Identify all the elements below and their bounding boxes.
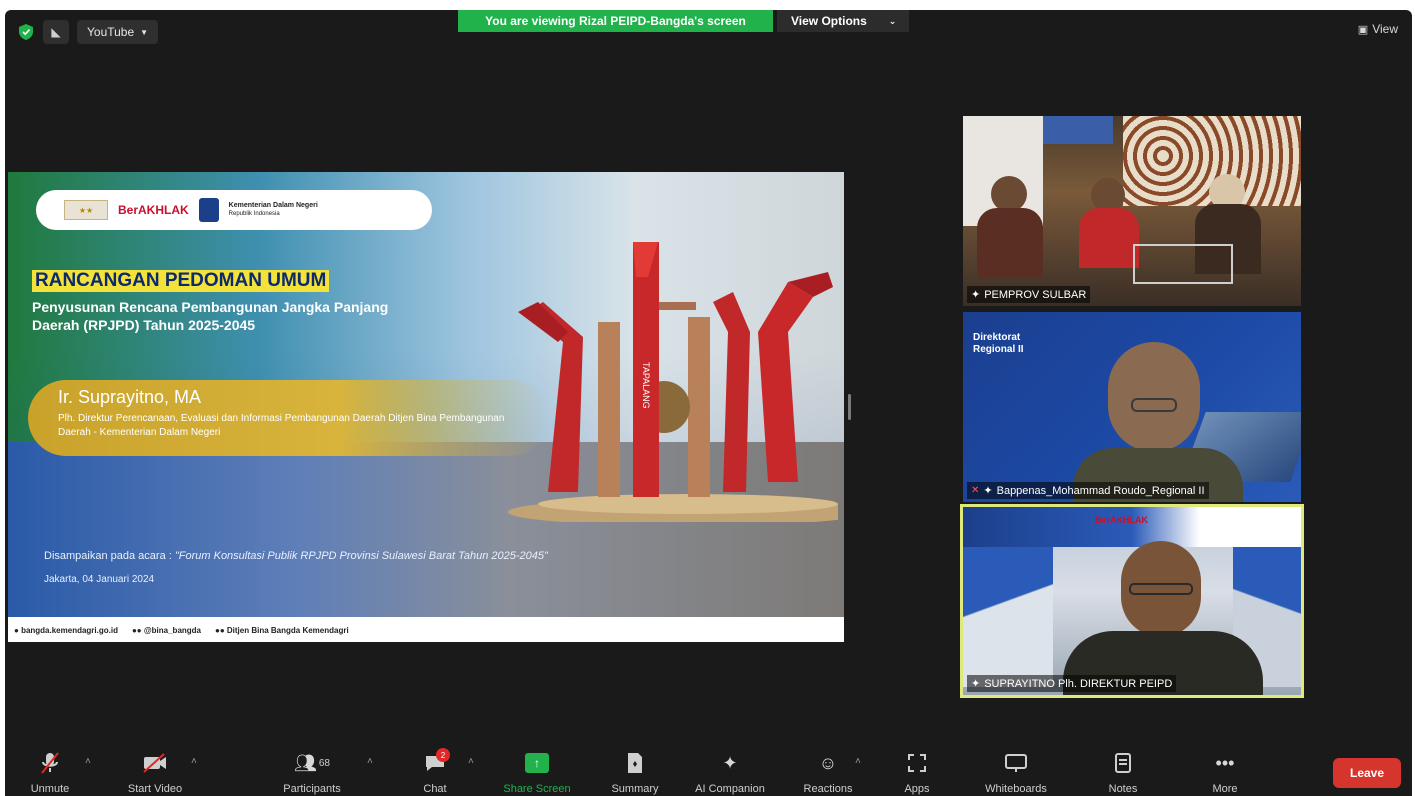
participant-name: Bappenas_Mohammad Roudo_Regional II	[996, 484, 1205, 497]
notes-icon	[1114, 750, 1132, 776]
notes-label: Notes	[1108, 783, 1138, 795]
more-button[interactable]: ••• More	[1180, 750, 1270, 796]
ai-companion-button[interactable]: ✦ AI Companion	[685, 750, 775, 796]
pin-icon: ✦	[983, 485, 993, 497]
viewing-screen-banner: You are viewing Rizal PEIPD-Bangda's scr…	[458, 10, 773, 32]
participants-label: Participants	[283, 783, 341, 795]
participants-caret-icon[interactable]: ˄	[367, 756, 373, 767]
speaker-name: Ir. Suprayitno, MA	[58, 387, 202, 407]
split-resize-handle[interactable]	[848, 394, 851, 420]
youtube-label: YouTube	[87, 25, 135, 39]
background-brand: BerAKHLAK	[1095, 515, 1149, 525]
participant-name-tag: ✦ SUPRAYITNO Plh. DIREKTUR PEIPD	[967, 675, 1177, 692]
video-tile-active-speaker[interactable]: BerAKHLAK ✦ SUPRAYITNO Plh. DIREKTUR PEI…	[960, 504, 1304, 698]
bangga-melayani-logo: ★★	[64, 200, 108, 220]
participant-name-tag: ✕ ✦ Bappenas_Mohammad Roudo_Regional II	[967, 482, 1209, 499]
background-slide-title: Direktorat Regional II	[973, 332, 1024, 355]
tapalang-monument-image: TAPALANG	[508, 242, 838, 522]
event-date: Jakarta, 04 Januari 2024	[44, 574, 155, 585]
shared-screen-slide: TAPALANG ★★ BerAKHLAK Kementerian Dalam …	[8, 172, 844, 642]
footer-channel: ●● Ditjen Bina Bangda Kemendagri	[215, 625, 349, 635]
reactions-caret-icon[interactable]: ˄	[855, 756, 861, 767]
footer-social: ●● @bina_bangda	[131, 625, 201, 635]
logo-pill: ★★ BerAKHLAK Kementerian Dalam Negeri Re…	[36, 190, 432, 230]
security-shield-icon[interactable]	[19, 24, 33, 40]
ministry-sub: Republik Indonesia	[228, 211, 280, 217]
start-video-button[interactable]: Start Video	[110, 750, 200, 795]
summary-icon	[626, 750, 644, 776]
view-layout-button[interactable]: ▣ View	[1358, 22, 1398, 36]
apps-label: Apps	[904, 783, 930, 795]
event-prefix: Disampaikan pada acara :	[44, 550, 175, 562]
camera-off-icon	[142, 750, 168, 776]
chat-caret-icon[interactable]: ˄	[468, 756, 474, 767]
ministry-emblem-icon	[198, 198, 219, 222]
pin-icon: ✦	[971, 289, 981, 301]
live-stream-icon[interactable]: ◣	[43, 20, 69, 44]
slide-background: TAPALANG ★★ BerAKHLAK Kementerian Dalam …	[8, 172, 844, 617]
pin-icon: ✦	[971, 678, 981, 690]
start-video-label: Start Video	[127, 783, 183, 795]
chat-button[interactable]: 2 Chat	[390, 748, 480, 795]
slide-footer: ● bangda.kemendagri.go.id ●● @bina_bangd…	[14, 620, 349, 640]
unmute-label: Unmute	[30, 783, 70, 795]
participant-name: PEMPROV SULBAR	[984, 288, 1087, 301]
monument-label: TAPALANG	[641, 362, 651, 409]
summary-button[interactable]: Summary	[590, 750, 680, 795]
emoji-icon: ☺	[818, 752, 838, 773]
whiteboards-button[interactable]: Whiteboards	[971, 750, 1061, 795]
participants-button[interactable]: 👥︎ 68 Participants	[267, 750, 357, 796]
unmute-button[interactable]: Unmute	[5, 750, 95, 795]
chat-icon: 2	[424, 748, 450, 776]
video-tile-bappenas[interactable]: Direktorat Regional II ✕ ✦ Bappenas_Moha…	[963, 312, 1301, 502]
video-options-caret-icon[interactable]: ˄	[191, 756, 197, 767]
layout-icon: ▣	[1357, 23, 1369, 36]
zoom-meeting-window: ◣ YouTube ▼ You are viewing Rizal PEIPD-…	[5, 10, 1412, 796]
more-dots-icon: •••	[1215, 752, 1235, 773]
berakhlak-logo: BerAKHLAK	[118, 203, 189, 217]
chat-label: Chat	[423, 783, 447, 795]
event-name: "Forum Konsultasi Publik RPJPD Provinsi …	[174, 550, 548, 562]
view-options-button[interactable]: View Options ⌄	[777, 10, 909, 32]
event-line: Disampaikan pada acara : "Forum Konsulta…	[44, 550, 548, 562]
meeting-toolbar: Unmute ˄ Start Video ˄ 👥︎ 68 Participant…	[5, 748, 1412, 796]
ai-companion-label: AI Companion	[695, 783, 765, 795]
chevron-down-icon: ▼	[140, 27, 149, 37]
share-screen-button[interactable]: ↑ Share Screen	[492, 750, 582, 795]
footer-website: ● bangda.kemendagri.go.id	[14, 625, 118, 635]
view-label: View	[1372, 22, 1398, 36]
chevron-down-icon: ⌄	[888, 15, 897, 26]
microphone-muted-icon	[39, 750, 61, 776]
apps-icon	[907, 750, 927, 776]
notes-button[interactable]: Notes	[1078, 750, 1168, 795]
share-screen-label: Share Screen	[503, 783, 571, 795]
view-options-label: View Options	[791, 14, 867, 28]
participants-icon: 👥︎	[294, 752, 317, 773]
chat-unread-badge: 2	[436, 748, 450, 762]
participant-count: 68	[318, 757, 330, 769]
mic-muted-icon: ✕	[971, 485, 980, 496]
share-screen-icon: ↑	[525, 753, 549, 773]
slide-title: RANCANGAN PEDOMAN UMUM	[32, 270, 330, 292]
slide-subtitle: Penyusunan Rencana Pembangunan Jangka Pa…	[32, 299, 389, 333]
ai-sparkle-icon: ✦	[722, 752, 738, 773]
video-tile-pemprov-sulbar[interactable]: ✦ PEMPROV SULBAR	[963, 116, 1301, 306]
whiteboard-icon	[1004, 750, 1028, 776]
summary-label: Summary	[611, 783, 659, 795]
reactions-label: Reactions	[803, 783, 853, 795]
leave-button[interactable]: Leave	[1333, 758, 1401, 788]
participant-name: SUPRAYITNO Plh. DIREKTUR PEIPD	[984, 677, 1173, 690]
apps-button[interactable]: Apps	[872, 750, 962, 795]
audio-options-caret-icon[interactable]: ˄	[85, 756, 91, 767]
youtube-stream-button[interactable]: YouTube ▼	[77, 20, 159, 44]
ministry-name: Kementerian Dalam Negeri	[228, 202, 318, 209]
more-label: More	[1212, 783, 1238, 795]
speaker-role: Plh. Direktur Perencanaan, Evaluasi dan …	[58, 413, 505, 438]
whiteboards-label: Whiteboards	[985, 783, 1047, 795]
participant-name-tag: ✦ PEMPROV SULBAR	[967, 286, 1091, 303]
